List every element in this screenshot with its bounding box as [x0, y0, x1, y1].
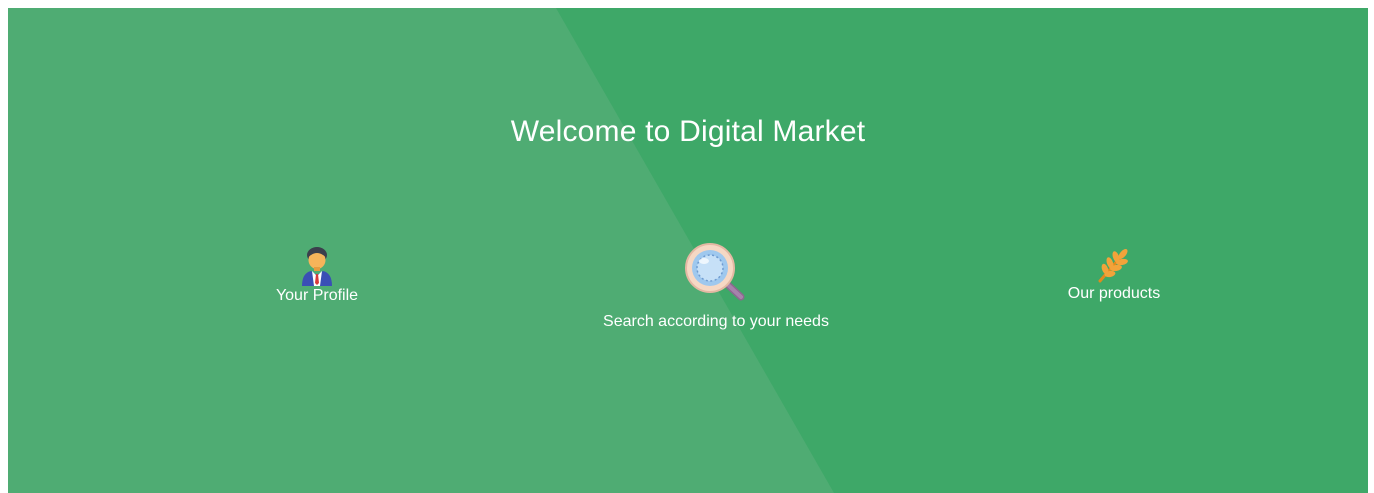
feature-label: Our products	[1067, 285, 1161, 302]
feature-our-products[interactable]: Our products	[1014, 245, 1214, 303]
user-profile-icon	[302, 247, 332, 286]
hero-section: Welcome to Digital Market Your Profile S…	[8, 8, 1368, 493]
feature-label: Search according to your needs	[603, 313, 829, 330]
feature-label: Your Profile	[275, 287, 359, 304]
page-title: Welcome to Digital Market	[510, 115, 866, 148]
feature-your-profile[interactable]: Your Profile	[217, 245, 417, 305]
wheat-icon	[1098, 249, 1128, 283]
feature-search[interactable]: Search according to your needs	[566, 241, 866, 331]
magnifier-search-icon	[685, 243, 745, 301]
